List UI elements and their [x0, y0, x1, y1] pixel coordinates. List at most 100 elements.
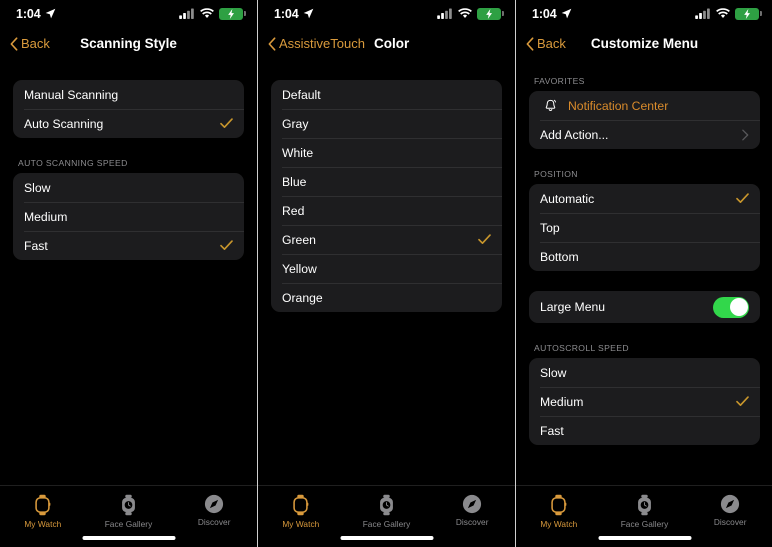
tab-discover[interactable]: Discover: [687, 494, 772, 527]
table-row-notification-center[interactable]: Notification Center: [529, 91, 760, 120]
tab-bar: My Watch Face Gallery Discover: [258, 485, 515, 547]
auto-scanning-speed-card: Slow Medium Fast: [13, 173, 244, 260]
home-indicator[interactable]: [340, 536, 433, 540]
tab-label: My Watch: [540, 519, 578, 529]
row-label: Orange: [282, 290, 323, 305]
table-row-add-action[interactable]: Add Action...: [529, 120, 760, 149]
tab-discover[interactable]: Discover: [429, 494, 515, 527]
tab-my-watch[interactable]: My Watch: [258, 494, 344, 529]
table-row[interactable]: Orange: [271, 283, 502, 312]
table-row[interactable]: Slow: [529, 358, 760, 387]
home-indicator[interactable]: [82, 536, 175, 540]
settings-content: FAVORITES Notification Center Add Action…: [516, 76, 772, 445]
wifi-icon: [200, 8, 214, 19]
tab-my-watch[interactable]: My Watch: [0, 494, 86, 529]
table-row[interactable]: White: [271, 138, 502, 167]
tab-label: Discover: [713, 517, 747, 527]
chevron-left-icon: [268, 36, 276, 51]
table-row[interactable]: Yellow: [271, 254, 502, 283]
tab-label: Face Gallery: [362, 519, 411, 529]
table-row[interactable]: Fast: [13, 231, 244, 260]
toggle-knob: [729, 298, 748, 316]
settings-content: Manual Scanning Auto Scanning AUTO SCANN…: [0, 80, 257, 260]
home-indicator[interactable]: [598, 536, 691, 540]
table-row-large-menu[interactable]: Large Menu: [529, 291, 760, 323]
tab-face-gallery[interactable]: Face Gallery: [344, 494, 430, 529]
nav-bar: Back Customize Menu: [516, 27, 772, 60]
row-label: Fast: [24, 238, 48, 253]
status-bar: 1:04: [258, 0, 515, 27]
table-row[interactable]: Green: [271, 225, 502, 254]
status-bar: 1:04: [516, 0, 772, 27]
status-bar-right: [179, 7, 246, 20]
group-header-position: POSITION: [534, 169, 578, 179]
row-label: Large Menu: [540, 300, 606, 314]
compass-icon: [721, 494, 740, 514]
table-row[interactable]: Blue: [271, 167, 502, 196]
row-label: Manual Scanning: [24, 87, 119, 102]
tab-face-gallery[interactable]: Face Gallery: [86, 494, 172, 529]
tab-discover[interactable]: Discover: [171, 494, 257, 527]
table-row[interactable]: Top: [529, 213, 760, 242]
battery-charging-icon: [219, 7, 246, 20]
row-label: White: [282, 145, 314, 160]
three-phone-screenshots: 1:04 Back Scanning Style Manual Scanning…: [0, 0, 772, 547]
group-header-auto-scanning-speed: AUTO SCANNING SPEED: [18, 158, 128, 168]
back-button[interactable]: AssistiveTouch: [268, 36, 365, 51]
tab-bar: My Watch Face Gallery Discover: [0, 485, 257, 547]
tab-label: Discover: [455, 517, 489, 527]
table-row[interactable]: Fast: [529, 416, 760, 445]
group-header-autoscroll-speed: AUTOSCROLL SPEED: [534, 343, 629, 353]
checkmark-icon: [478, 234, 491, 244]
location-arrow-icon: [303, 8, 313, 19]
table-row[interactable]: Manual Scanning: [13, 80, 244, 109]
table-row[interactable]: Red: [271, 196, 502, 225]
checkmark-icon: [220, 240, 233, 250]
tab-label: My Watch: [24, 519, 62, 529]
row-label: Slow: [24, 180, 51, 195]
page-title: Color: [374, 36, 410, 51]
scanning-style-card: Manual Scanning Auto Scanning: [13, 80, 244, 138]
tab-label: Discover: [197, 517, 231, 527]
status-bar-time: 1:04: [274, 6, 299, 21]
back-button-label: Back: [537, 36, 566, 51]
location-arrow-icon: [561, 8, 571, 19]
watch-icon: [35, 494, 51, 516]
back-button-label: Back: [21, 36, 50, 51]
tab-face-gallery[interactable]: Face Gallery: [602, 494, 688, 529]
table-row[interactable]: Medium: [529, 387, 760, 416]
row-label: Top: [540, 220, 560, 235]
back-button[interactable]: Back: [526, 36, 566, 51]
chevron-left-icon: [526, 36, 534, 51]
table-row[interactable]: Slow: [13, 173, 244, 202]
nav-bar: AssistiveTouch Color: [258, 27, 515, 60]
row-label: Default: [282, 87, 321, 102]
bell-icon: [540, 99, 560, 113]
back-button-label: AssistiveTouch: [279, 36, 365, 51]
watch-face-icon: [638, 494, 651, 516]
table-row[interactable]: Automatic: [529, 184, 760, 213]
checkmark-icon: [736, 193, 749, 203]
large-menu-toggle[interactable]: [713, 296, 749, 318]
row-label: Auto Scanning: [24, 116, 104, 131]
status-bar-right: [695, 7, 762, 20]
table-row[interactable]: Bottom: [529, 242, 760, 271]
table-row[interactable]: Default: [271, 80, 502, 109]
color-options-card: Default Gray White Blue Red Green Yellow…: [271, 80, 502, 312]
table-row[interactable]: Auto Scanning: [13, 109, 244, 138]
table-row[interactable]: Gray: [271, 109, 502, 138]
table-row[interactable]: Medium: [13, 202, 244, 231]
row-label: Green: [282, 232, 316, 247]
tab-my-watch[interactable]: My Watch: [516, 494, 602, 529]
back-button[interactable]: Back: [10, 36, 50, 51]
status-bar-right: [437, 7, 504, 20]
phone-screen-customize-menu: 1:04 Back Customize Menu FAVORITES Notif…: [516, 0, 772, 547]
watch-face-icon: [122, 494, 135, 516]
row-label: Red: [282, 203, 305, 218]
status-bar-time: 1:04: [532, 6, 557, 21]
group-header-favorites: FAVORITES: [534, 76, 585, 86]
